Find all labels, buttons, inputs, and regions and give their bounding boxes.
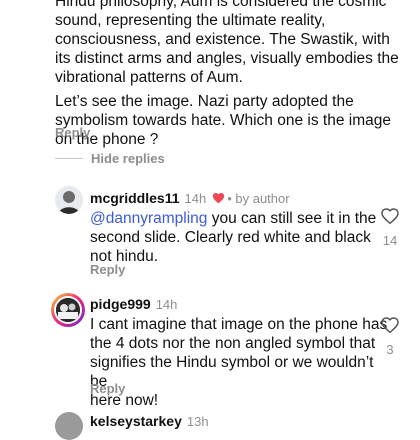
timestamp: 14h: [155, 296, 178, 312]
person-avatar-icon: [58, 191, 80, 214]
heart-outline-icon: [381, 208, 399, 225]
heart-filled-icon: [212, 192, 225, 204]
comment-line: vibrational patterns of Aum.: [55, 69, 243, 86]
comment-line: here now!: [90, 392, 159, 409]
username[interactable]: kelseystarkey: [90, 413, 182, 429]
avatar[interactable]: [55, 412, 83, 440]
timestamp: 14h: [184, 190, 207, 206]
avatar[interactable]: [51, 293, 85, 327]
reply-text: @dannyrampling you can still see it in t…: [90, 209, 380, 266]
divider-line: [55, 158, 83, 159]
hide-replies-button[interactable]: Hide replies: [91, 151, 165, 166]
like-count: 3: [386, 342, 394, 357]
reply-text: I cant imagine that image on the phone h…: [90, 315, 390, 410]
heart-outline-icon: [381, 317, 399, 334]
by-author-label: • by author: [227, 190, 290, 206]
reply-header: pidge999 14h: [90, 296, 177, 312]
reply-header: mcgriddles11 14h • by author: [90, 190, 290, 206]
comment-line: on the phone ?: [55, 131, 159, 148]
comment-line: the 4 dots nor the non angled symbol tha…: [90, 335, 376, 352]
pigeon-image-icon: [56, 298, 80, 322]
username[interactable]: pidge999: [90, 296, 151, 312]
comment-line: not hindu.: [90, 248, 159, 265]
like-button[interactable]: 14: [375, 207, 405, 248]
timestamp: 13h: [186, 413, 209, 429]
like-button[interactable]: 3: [375, 316, 405, 357]
reply-button[interactable]: Reply: [90, 262, 125, 277]
comment-line: signifies the Hindu symbol or we wouldn’…: [90, 354, 374, 390]
reply-button[interactable]: Reply: [90, 381, 125, 396]
comment-line: consciousness, and existence. The Swasti…: [55, 31, 390, 48]
comment-line-text: you can still see it in the: [207, 210, 377, 227]
top-comment-text: Hindu philosophy, Aum is considered the …: [55, 0, 415, 149]
reply-button[interactable]: Reply: [55, 125, 90, 140]
comment-line: Hindu philosophy, Aum is considered the …: [55, 0, 387, 10]
comment-line: Let’s see the image. Nazi party adopted …: [55, 93, 354, 110]
username[interactable]: mcgriddles11: [90, 190, 180, 206]
avatar[interactable]: [55, 186, 83, 214]
by-author-text: by author: [235, 190, 290, 206]
comment-line: second slide. Clearly red white and blac…: [90, 229, 371, 246]
comment-line: its distinct arms and angles, visually e…: [55, 50, 399, 67]
comment-line: I cant imagine that image on the phone h…: [90, 316, 388, 333]
comment-line: sound, representing the ultimate reality…: [55, 12, 326, 29]
hide-replies-row[interactable]: Hide replies: [55, 151, 165, 166]
reply-header: kelseystarkey 13h: [90, 413, 209, 429]
comment-line: @dannyrampling you can still see it in t…: [90, 209, 380, 228]
like-count: 14: [382, 233, 398, 248]
mention-link[interactable]: @dannyrampling: [90, 210, 207, 227]
comment-line: symbolism towards hate. Which one is the…: [55, 112, 391, 129]
